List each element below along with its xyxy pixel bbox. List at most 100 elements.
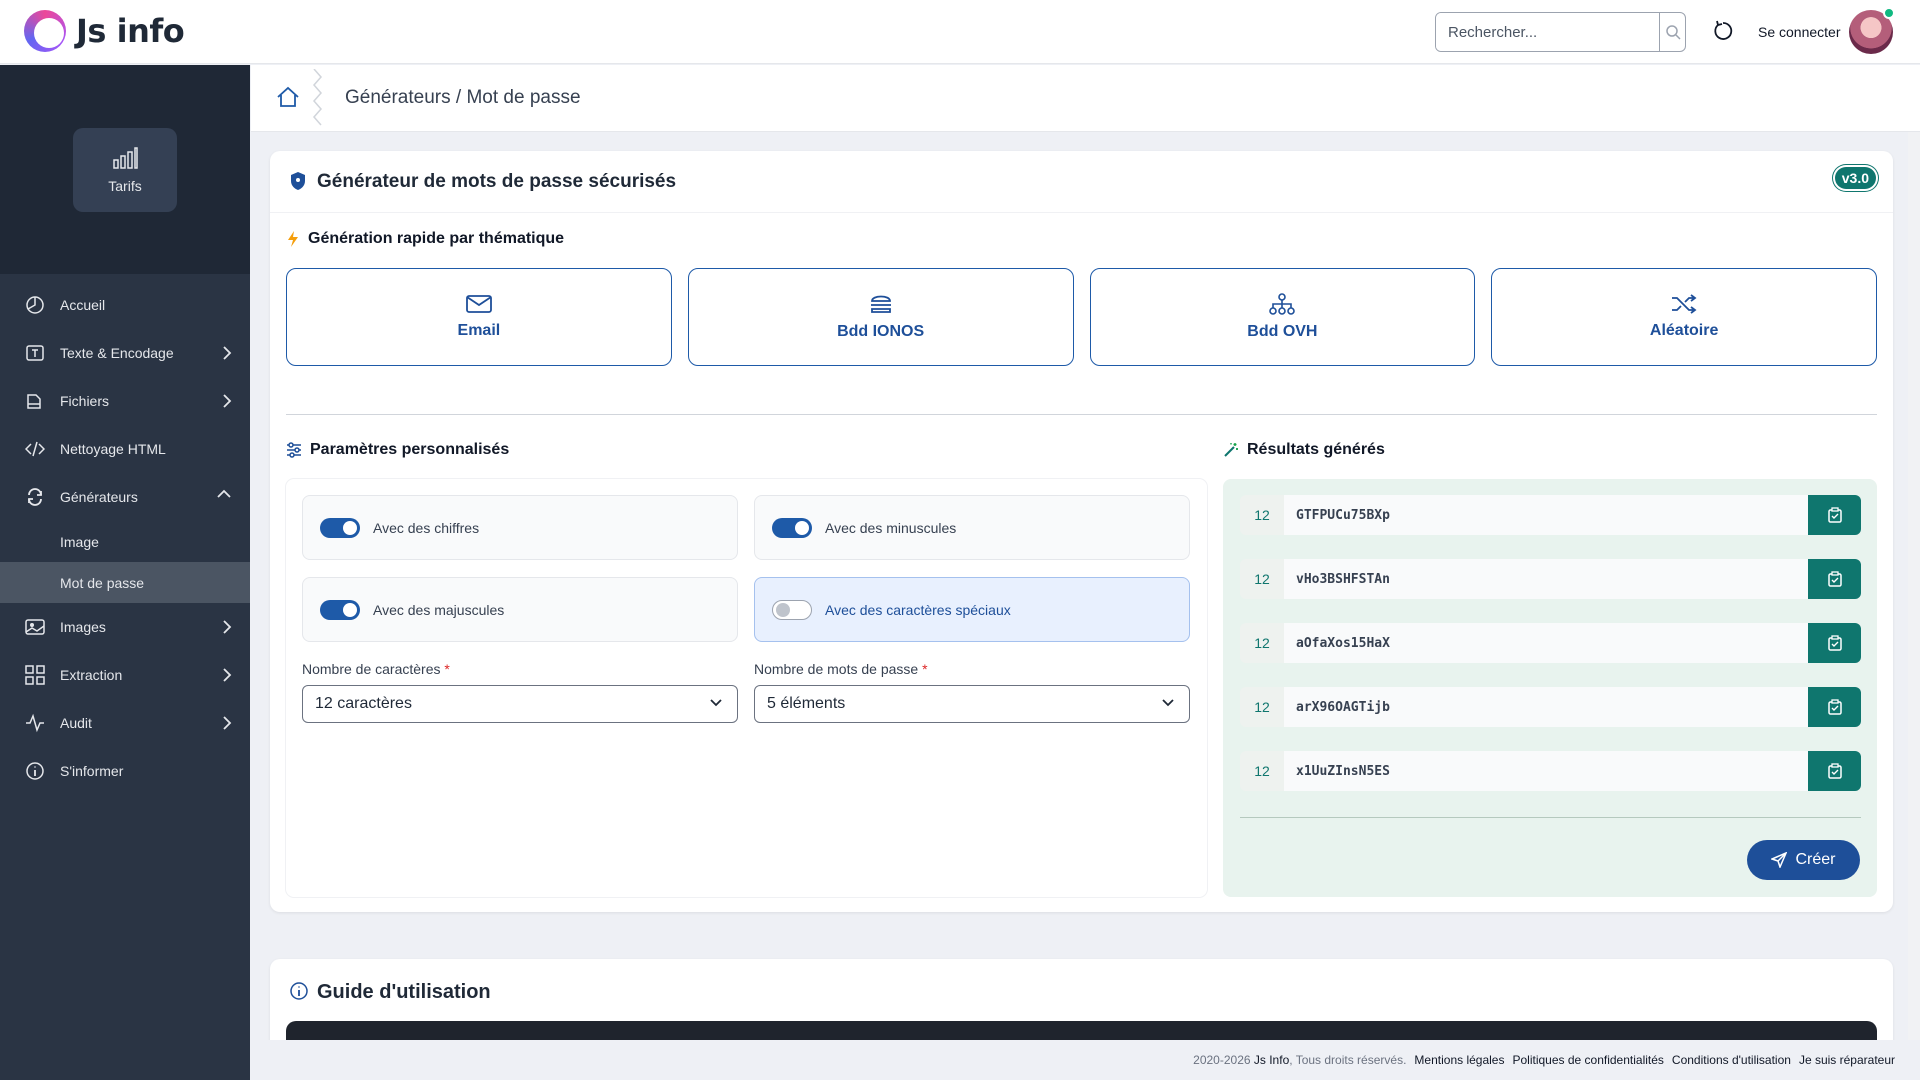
sidebar-item-label: Accueil — [60, 297, 106, 313]
result-length: 12 — [1240, 559, 1284, 599]
quick-button-label: Bdd OVH — [1247, 323, 1318, 340]
copy-button[interactable] — [1808, 751, 1861, 791]
top-header: Js info Se connecter — [0, 0, 1920, 64]
home-icon[interactable] — [276, 86, 300, 108]
footer-link-reparateur[interactable]: Je suis réparateur — [1799, 1053, 1895, 1067]
toggle-majuscules[interactable] — [320, 599, 360, 620]
results-divider — [1240, 817, 1861, 818]
sidebar-subitem-image[interactable]: Image — [0, 521, 250, 562]
params-panel: Avec des chiffres Avec des minuscules Av… — [286, 479, 1207, 897]
card-header: Générateur de mots de passe sécurisés v3… — [270, 151, 1893, 213]
image-icon — [24, 616, 46, 638]
sidebar-item-texte-encodage[interactable]: Texte & Encodage — [0, 329, 250, 377]
count-field-label: Nombre de mots de passe * — [754, 661, 928, 677]
result-password[interactable]: vHo3BSHFSTAn — [1284, 559, 1808, 599]
sidebar-item-fichiers[interactable]: Fichiers — [0, 377, 250, 425]
quick-bdd-ionos-button[interactable]: Bdd IONOS — [687, 268, 1074, 366]
params-section-heading: Paramètres personnalisés — [286, 441, 509, 459]
sidebar-item-label: Texte & Encodage — [60, 345, 174, 361]
tarifs-button[interactable]: Tarifs — [73, 127, 177, 212]
sidebar-item-generateurs[interactable]: Générateurs — [0, 473, 250, 521]
count-select[interactable]: 5 éléments — [754, 685, 1190, 723]
quick-aleatoire-button[interactable]: Aléatoire — [1491, 268, 1877, 366]
sidebar-item-label: Images — [60, 619, 106, 635]
envelope-icon — [465, 295, 492, 313]
toggle-caracteres-speciaux[interactable] — [772, 599, 812, 620]
login-link[interactable]: Se connecter — [1758, 24, 1841, 40]
quick-button-label: Bdd IONOS — [837, 323, 925, 340]
option-label: Avec des minuscules — [825, 519, 957, 536]
quick-button-label: Email — [457, 322, 501, 339]
sidebar-nav: Accueil Texte & Encodage Fichiers Nettoy… — [0, 281, 250, 795]
params-section-title: Paramètres personnalisés — [310, 441, 510, 458]
quick-bdd-ovh-button[interactable]: Bdd OVH — [1089, 268, 1476, 366]
sidebar-item-label: Générateurs — [60, 489, 138, 505]
result-length: 12 — [1240, 495, 1284, 535]
sidebar-item-label: Fichiers — [60, 393, 110, 409]
option-label: Avec des caractères spéciaux — [825, 601, 1011, 618]
option-caracteres-speciaux[interactable]: Avec des caractères spéciaux — [754, 577, 1190, 642]
search-input[interactable] — [1436, 13, 1659, 51]
scrollbar[interactable] — [1908, 132, 1920, 1040]
quick-buttons: Email Bdd IONOS Bdd OVH Aléatoire — [286, 268, 1877, 366]
toggle-chiffres[interactable] — [320, 517, 360, 538]
copy-button[interactable] — [1808, 687, 1861, 727]
folder-icon — [24, 390, 46, 412]
option-majuscules[interactable]: Avec des majuscules — [302, 577, 738, 642]
sidebar-subitem-label: Mot de passe — [60, 574, 145, 591]
search-icon — [1665, 25, 1681, 40]
quick-email-button[interactable]: Email — [286, 268, 672, 366]
sidebar-item-images[interactable]: Images — [0, 603, 250, 651]
chevron-right-icon — [223, 394, 232, 408]
text-encoding-icon — [24, 342, 46, 364]
code-icon — [24, 438, 46, 460]
result-password[interactable]: arX96OAGTijb — [1284, 687, 1808, 727]
sidebar-item-accueil[interactable]: Accueil — [0, 281, 250, 329]
sidebar-item-label: Audit — [60, 715, 92, 731]
copy-button[interactable] — [1808, 495, 1861, 535]
result-password[interactable]: GTFPUCu75BXp — [1284, 495, 1808, 535]
breadcrumb: Générateurs / Mot de passe — [345, 87, 581, 108]
sidebar-item-label: Extraction — [60, 667, 123, 683]
create-button[interactable]: Créer — [1747, 840, 1860, 880]
chevron-right-icon — [223, 346, 232, 360]
sidebar-item-nettoyage-html[interactable]: Nettoyage HTML — [0, 425, 250, 473]
result-row: 12 GTFPUCu75BXp — [1240, 495, 1861, 535]
footer-link-conditions[interactable]: Conditions d'utilisation — [1672, 1053, 1791, 1067]
info-icon — [290, 982, 308, 1000]
footer-link-mentions[interactable]: Mentions légales — [1414, 1053, 1504, 1067]
copy-button[interactable] — [1808, 559, 1861, 599]
sidebar-item-label: S'informer — [60, 763, 124, 779]
chevron-right-icon — [223, 620, 232, 634]
clipboard-icon — [1827, 571, 1842, 587]
chevron-up-icon — [217, 489, 231, 498]
option-minuscules[interactable]: Avec des minuscules — [754, 495, 1190, 560]
sidebar-item-sinformer[interactable]: S'informer — [0, 747, 250, 795]
lightning-icon — [288, 231, 298, 247]
clipboard-icon — [1827, 763, 1842, 779]
result-password[interactable]: x1UuZInsN5ES — [1284, 751, 1808, 791]
quick-section-heading: Génération rapide par thématique — [286, 230, 564, 248]
sidebar-subitem-mot-de-passe[interactable]: Mot de passe — [0, 562, 250, 603]
length-select[interactable]: 12 caractères — [302, 685, 738, 723]
results-section-heading: Résultats générés — [1223, 441, 1385, 459]
sidebar-item-audit[interactable]: Audit — [0, 699, 250, 747]
sidebar-item-extraction[interactable]: Extraction — [0, 651, 250, 699]
refresh-button[interactable] — [1710, 18, 1736, 44]
result-length: 12 — [1240, 751, 1284, 791]
option-label: Avec des chiffres — [373, 519, 480, 536]
toggle-minuscules[interactable] — [772, 517, 812, 538]
footer-link-privacy[interactable]: Politiques de confidentialités — [1512, 1053, 1663, 1067]
refresh-icon — [24, 486, 46, 508]
logo[interactable]: Js info — [24, 10, 185, 52]
option-label: Avec des majuscules — [373, 601, 505, 618]
send-icon — [1771, 852, 1788, 868]
length-label-text: Nombre de caractères — [302, 661, 441, 677]
footer-brand[interactable]: Js Info — [1254, 1053, 1289, 1067]
copy-button[interactable] — [1808, 623, 1861, 663]
section-divider — [286, 414, 1877, 415]
result-row: 12 arX96OAGTijb — [1240, 687, 1861, 727]
search-button[interactable] — [1659, 13, 1685, 51]
result-password[interactable]: aOfaXos15HaX — [1284, 623, 1808, 663]
option-chiffres[interactable]: Avec des chiffres — [302, 495, 738, 560]
